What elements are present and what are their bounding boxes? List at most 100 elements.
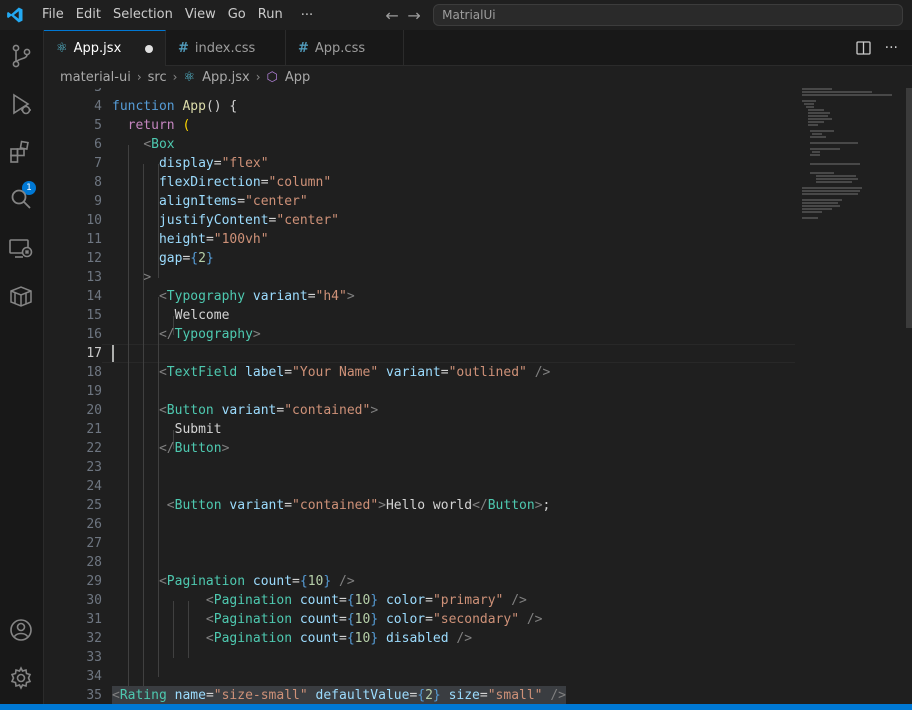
activity-bar: 1 [0, 30, 44, 704]
code-line: Submit [174, 422, 222, 437]
status-bar [0, 704, 912, 710]
source-control-icon[interactable] [7, 42, 35, 70]
nav-back-icon[interactable]: ← [381, 6, 403, 25]
css-hash-icon: # [178, 40, 189, 56]
tab-index-css[interactable]: # index.css [166, 30, 286, 66]
line-number: 15 [86, 308, 102, 323]
code-line: <Pagination count={10} disabled /> [205, 631, 473, 646]
breadcrumb-file[interactable]: App.jsx [202, 70, 250, 85]
code-line: <Pagination count={10} color="primary" /… [205, 593, 527, 608]
code-line: function App() { [112, 99, 238, 114]
menu-selection[interactable]: Selection [107, 0, 179, 30]
line-number: 30 [86, 593, 102, 608]
line-number: 5 [94, 118, 102, 133]
line-number: 12 [86, 251, 102, 266]
line-number: 18 [86, 365, 102, 380]
code-line: flexDirection="column" [158, 175, 332, 190]
line-number: 35 [86, 688, 102, 703]
breadcrumb: material-ui › src › ⚛ App.jsx › ⬡ App [44, 66, 912, 88]
css-hash-icon: # [298, 40, 309, 56]
unsaved-dot-icon[interactable] [145, 45, 153, 53]
search-icon[interactable] [7, 186, 35, 214]
react-icon: ⚛ [56, 41, 68, 56]
symbol-method-icon: ⬡ [266, 69, 278, 85]
command-center-text: MatrialUi [442, 8, 496, 22]
menu-more-button[interactable]: ··· [293, 8, 321, 23]
code-line: alignItems="center" [158, 194, 308, 209]
code-line: justifyContent="center" [158, 213, 339, 228]
vscode-logo-icon[interactable] [6, 6, 24, 24]
tab-app-jsx[interactable]: ⚛ App.jsx [44, 30, 166, 66]
code-line: > [143, 270, 152, 285]
tab-label: index.css [194, 40, 256, 56]
menu-run[interactable]: Run [252, 0, 289, 30]
chevron-right-icon: › [255, 70, 261, 84]
vertical-scrollbar-thumb[interactable] [906, 88, 912, 328]
menu-view[interactable]: View [179, 0, 222, 30]
command-center-search[interactable]: MatrialUi [433, 4, 904, 26]
code-line: return ( [127, 118, 191, 133]
line-number: 20 [86, 403, 102, 418]
title-bar: File Edit Selection View Go Run ··· ← → … [0, 0, 912, 30]
line-number: 31 [86, 612, 102, 627]
line-number: 24 [86, 479, 102, 494]
line-number: 11 [86, 232, 102, 247]
chevron-right-icon: › [172, 70, 178, 84]
line-number: 8 [94, 175, 102, 190]
menu-edit[interactable]: Edit [70, 0, 107, 30]
line-number: 19 [86, 384, 102, 399]
menu-file[interactable]: File [36, 0, 70, 30]
code-line: <Button variant="contained">Hello world<… [166, 498, 551, 513]
more-actions-icon[interactable]: ··· [885, 40, 898, 56]
line-number: 32 [86, 631, 102, 646]
line-number: 33 [86, 650, 102, 665]
breadcrumb-subfolder[interactable]: src [148, 70, 167, 85]
line-number: 7 [94, 156, 102, 171]
code-line: display="flex" [158, 156, 269, 171]
remote-explorer-icon[interactable] [7, 234, 35, 262]
breadcrumb-symbol[interactable]: App [285, 70, 310, 85]
settings-gear-icon[interactable] [7, 664, 35, 692]
nav-forward-icon[interactable]: → [403, 6, 425, 25]
account-icon[interactable] [7, 616, 35, 644]
code-line: <Typography variant="h4"> [158, 289, 355, 304]
code-line: <Box [143, 137, 175, 152]
line-number: 28 [86, 555, 102, 570]
code-line: </Typography> [158, 327, 261, 342]
code-editor[interactable]: 3 4 5 6 7 8 9 10 11 12 13 14 15 16 17 18… [44, 88, 912, 704]
tab-actions: ··· [855, 30, 898, 66]
line-number: 23 [86, 460, 102, 475]
minimap[interactable] [798, 88, 902, 228]
tab-app-css[interactable]: # App.css [286, 30, 404, 66]
line-number: 21 [86, 422, 102, 437]
line-number: 27 [86, 536, 102, 551]
code-line: Welcome [174, 308, 230, 323]
code-line-selected: <Rating name="size-small" defaultValue={… [112, 686, 566, 704]
code-line: gap={2} [158, 251, 214, 266]
menu-go[interactable]: Go [222, 0, 252, 30]
tab-label: App.css [314, 40, 366, 56]
chevron-right-icon: › [136, 70, 142, 84]
extensions-icon[interactable] [7, 138, 35, 166]
containers-icon[interactable] [7, 282, 35, 310]
line-number: 6 [94, 137, 102, 152]
line-number-current: 17 [86, 346, 102, 361]
code-line: <Pagination count={10} color="secondary"… [205, 612, 543, 627]
text-cursor [112, 345, 114, 362]
split-editor-icon[interactable] [855, 41, 871, 55]
line-number: 29 [86, 574, 102, 589]
line-number: 22 [86, 441, 102, 456]
line-number: 3 [44, 88, 102, 97]
line-number: 10 [86, 213, 102, 228]
line-number: 4 [94, 99, 102, 114]
line-number: 14 [86, 289, 102, 304]
current-line-highlight [102, 344, 795, 363]
line-number: 26 [86, 517, 102, 532]
run-debug-icon[interactable] [7, 90, 35, 118]
line-number: 13 [86, 270, 102, 285]
code-line: height="100vh" [158, 232, 269, 247]
breadcrumb-folder[interactable]: material-ui [60, 70, 131, 85]
code-line: </Button> [158, 441, 230, 456]
line-number: 25 [86, 498, 102, 513]
code-line: <TextField label="Your Name" variant="ou… [158, 365, 551, 380]
